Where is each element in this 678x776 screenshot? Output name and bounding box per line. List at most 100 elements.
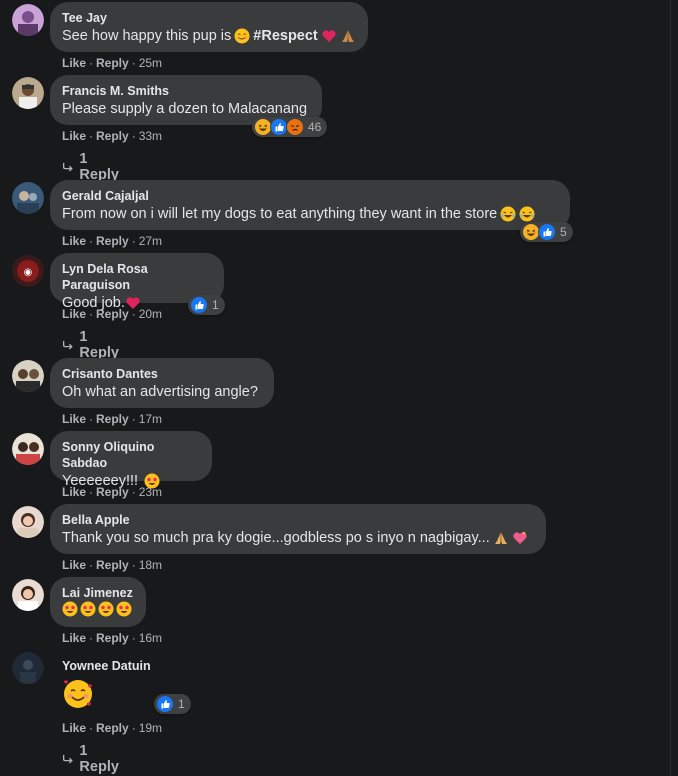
like-link[interactable]: Like — [62, 485, 86, 499]
author-name[interactable]: Francis M. Smiths — [62, 83, 310, 99]
like-link[interactable]: Like — [62, 412, 86, 426]
like-link[interactable]: Like — [62, 234, 86, 248]
separator: · — [89, 307, 94, 321]
separator: · — [131, 234, 136, 248]
comment-meta: Like · Reply · 18m — [62, 557, 162, 573]
separator: · — [131, 307, 136, 321]
comment-meta: Like · Reply · 25m — [62, 55, 162, 71]
reply-link[interactable]: Reply — [96, 631, 129, 645]
separator: · — [89, 721, 94, 735]
like-link[interactable]: Like — [62, 307, 86, 321]
timestamp[interactable]: 17m — [139, 412, 162, 426]
comment-text: Oh what an advertising angle? — [62, 384, 258, 400]
reply-link[interactable]: Reply — [96, 129, 129, 143]
like-link[interactable]: Like — [62, 129, 86, 143]
reply-link[interactable]: Reply — [96, 412, 129, 426]
timestamp[interactable]: 18m — [139, 558, 162, 572]
reply-link[interactable]: Reply — [96, 307, 129, 321]
separator: · — [131, 412, 136, 426]
comment-bubble: Gerald Cajaljal From now on i will let m… — [50, 180, 570, 230]
timestamp[interactable]: 16m — [139, 631, 162, 645]
panel-edge — [670, 0, 671, 776]
avatar[interactable] — [12, 433, 44, 465]
author-name[interactable]: Sonny Oliquino Sabdao — [62, 439, 200, 471]
replies-count: 1 Reply — [79, 743, 119, 775]
separator: · — [131, 129, 136, 143]
reaction-count: 1 — [212, 298, 219, 312]
timestamp[interactable]: 23m — [139, 485, 162, 499]
reaction-summary[interactable]: 1 — [188, 295, 225, 315]
separator: · — [89, 234, 94, 248]
reaction-count: 5 — [560, 225, 567, 239]
reaction-count: 1 — [178, 697, 185, 711]
timestamp[interactable]: 25m — [139, 56, 162, 70]
comment-meta: Like · Reply · 19m — [62, 720, 162, 736]
reaction-summary[interactable]: 5 — [520, 222, 573, 242]
separator: · — [89, 485, 94, 499]
folded-hands-icon — [494, 532, 507, 544]
reply-link[interactable]: Reply — [96, 234, 129, 248]
separator: · — [89, 129, 94, 143]
avatar[interactable] — [12, 77, 44, 109]
timestamp[interactable]: 33m — [139, 129, 162, 143]
comment-bubble: Sonny Oliquino Sabdao Yeeeeeey!!! — [50, 431, 212, 489]
timestamp[interactable]: 19m — [139, 721, 162, 735]
avatar[interactable] — [12, 4, 44, 36]
star-struck-icon — [116, 601, 132, 617]
separator: · — [131, 485, 136, 499]
reaction-summary[interactable]: 1 — [154, 694, 191, 714]
star-struck-icon — [98, 601, 114, 617]
separator: · — [89, 558, 94, 572]
comment-meta: Like · Reply · 16m — [62, 630, 162, 646]
view-replies-link[interactable]: 1 Reply — [62, 329, 122, 361]
reaction-summary[interactable]: 46 — [252, 117, 328, 137]
author-name[interactable]: Gerald Cajaljal — [62, 188, 558, 204]
sparkling-heart-icon — [513, 531, 527, 544]
comment-meta: Like · Reply · 20m — [62, 306, 162, 322]
separator: · — [89, 56, 94, 70]
like-link[interactable]: Like — [62, 631, 86, 645]
timestamp[interactable]: 20m — [139, 307, 162, 321]
view-replies-link[interactable]: 1 Reply — [62, 743, 122, 775]
comment-bubble: Tee Jay See how happy this pup is #Respe… — [50, 2, 368, 52]
avatar[interactable] — [12, 579, 44, 611]
like-link[interactable]: Like — [62, 56, 86, 70]
comment-bubble: Bella Apple Thank you so much pra ky dog… — [50, 504, 546, 554]
comment-meta: Like · Reply · 33m — [62, 128, 162, 144]
like-reaction-icon — [538, 223, 556, 241]
reply-link[interactable]: Reply — [96, 721, 129, 735]
comment-text: Thank you so much pra ky dogie...godbles… — [62, 528, 534, 548]
avatar[interactable] — [12, 360, 44, 392]
reply-link[interactable]: Reply — [96, 56, 129, 70]
comment-bubble: Crisanto Dantes Oh what an advertising a… — [50, 358, 274, 408]
avatar[interactable] — [12, 182, 44, 214]
author-name[interactable]: Tee Jay — [62, 10, 356, 26]
avatar[interactable]: ◉ — [12, 255, 44, 287]
author-name[interactable]: Crisanto Dantes — [62, 366, 262, 382]
reply-link[interactable]: Reply — [96, 558, 129, 572]
comment-meta: Like · Reply · 27m — [62, 233, 162, 249]
like-link[interactable]: Like — [62, 558, 86, 572]
author-name[interactable]: Bella Apple — [62, 512, 534, 528]
separator: · — [131, 631, 136, 645]
comment-text: From now on i will let my dogs to eat an… — [62, 204, 558, 224]
separator: · — [131, 56, 136, 70]
replies-count: 1 Reply — [79, 329, 119, 361]
tears-of-joy-icon — [519, 206, 535, 222]
hashtag-text[interactable]: #Respect — [253, 26, 317, 46]
view-replies-link[interactable]: 1 Reply — [62, 151, 122, 183]
reply-link[interactable]: Reply — [96, 485, 129, 499]
replies-count: 1 Reply — [79, 151, 119, 183]
folded-hands-icon — [341, 30, 354, 42]
timestamp[interactable]: 27m — [139, 234, 162, 248]
author-name[interactable]: Lai Jimenez — [62, 585, 134, 601]
like-reaction-icon — [190, 296, 208, 314]
author-name[interactable]: Yownee Datuin — [62, 658, 178, 674]
avatar[interactable] — [12, 506, 44, 538]
like-link[interactable]: Like — [62, 721, 86, 735]
reply-arrow-icon — [62, 340, 73, 350]
angry-reaction-icon — [286, 118, 304, 136]
avatar[interactable] — [12, 652, 44, 684]
author-name[interactable]: Lyn Dela Rosa Paraguison — [62, 261, 212, 293]
smiling-face-with-hearts-icon — [63, 680, 93, 708]
